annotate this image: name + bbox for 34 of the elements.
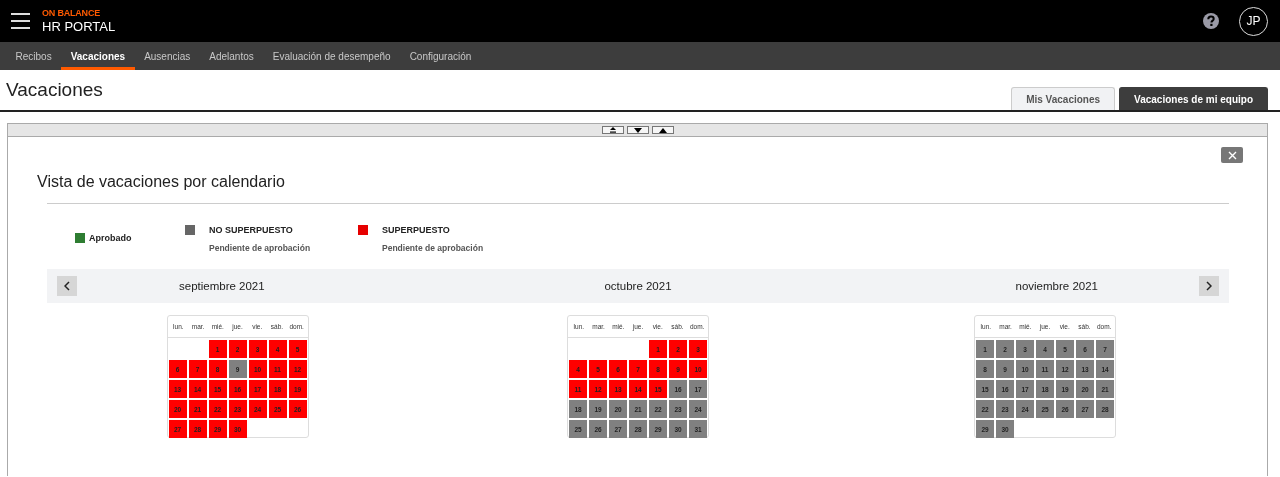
nav-tab[interactable]: Ausencias (134, 42, 200, 70)
legend-label: NO SUPERPUESTO (209, 225, 294, 235)
brand-tagline: ON BALANCE (42, 9, 101, 18)
nav-tab[interactable]: Recibos (6, 42, 62, 70)
legend-label: SUPERPUESTO (382, 225, 451, 235)
nav-tab[interactable]: Evaluación de desempeño (263, 42, 401, 70)
panel-title: Vista de vacaciones por calendario (37, 173, 286, 191)
scroll-top-button[interactable] (601, 126, 624, 134)
next-month-button[interactable] (1199, 276, 1219, 296)
previous-month-button[interactable] (57, 276, 77, 296)
nav-tab[interactable]: Vacaciones (61, 42, 135, 70)
legend-note: Pendiente de aprobación (382, 243, 484, 253)
down-triangle-icon (633, 127, 642, 133)
month-title: noviembre 2021 (1015, 280, 1098, 292)
arrow-to-top-icon (608, 127, 617, 133)
nav-tab[interactable]: Configuración (400, 42, 481, 70)
view-tab[interactable]: Mis Vacaciones (1011, 87, 1116, 110)
close-button[interactable] (1221, 147, 1243, 163)
legend-note: Pendiente de aprobación (209, 243, 312, 253)
up-triangle-icon (658, 127, 667, 133)
help-icon[interactable] (1203, 13, 1219, 29)
view-tab[interactable]: Vacaciones de mi equipo (1119, 87, 1268, 110)
brand-name: HR PORTAL (42, 20, 116, 33)
close-icon (1227, 150, 1237, 160)
expand-up-button[interactable] (651, 126, 674, 134)
chevron-left-icon (64, 281, 70, 291)
menu-icon[interactable] (11, 13, 30, 29)
month-title: septiembre 2021 (179, 280, 265, 292)
month-title: octubre 2021 (604, 280, 672, 292)
legend-label: Aprobado (89, 233, 133, 243)
nav-tab[interactable]: Adelantos (199, 42, 264, 70)
page-title: Vacaciones (6, 79, 103, 101)
collapse-down-button[interactable] (626, 126, 649, 134)
chevron-right-icon (1206, 281, 1212, 291)
